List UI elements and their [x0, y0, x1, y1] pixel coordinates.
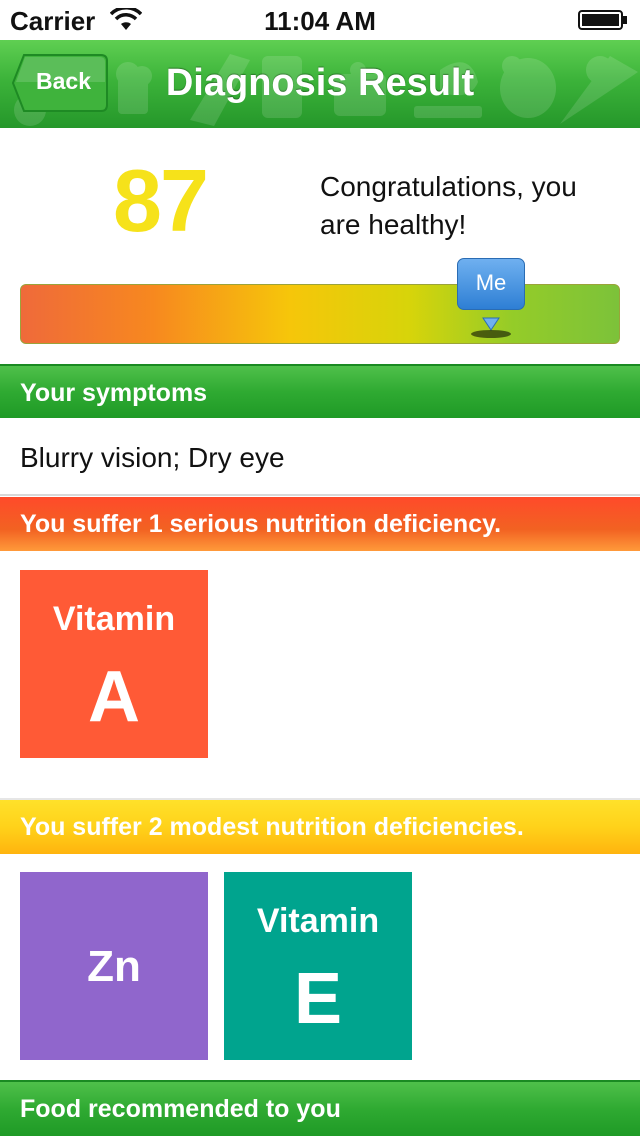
tile-nutrient: Zn: [87, 942, 141, 991]
health-score: 87: [113, 151, 209, 250]
modest-deficiency-header: You suffer 2 modest nutrition deficienci…: [0, 800, 640, 854]
food-recommended-header: Food recommended to you: [0, 1080, 640, 1136]
navigation-bar: Back Diagnosis Result: [0, 40, 640, 128]
me-marker: Me: [457, 258, 525, 338]
tile-label: Vitamin: [256, 902, 380, 940]
battery-icon: [578, 10, 627, 30]
serious-deficiency-header: You suffer 1 serious nutrition deficienc…: [0, 497, 640, 551]
clock: 11:04 AM: [264, 6, 376, 36]
symptoms-header: Your symptoms: [0, 364, 640, 418]
health-gradient-bar: [20, 284, 620, 344]
deficiency-tile-vitamin-e[interactable]: Vitamin E: [224, 872, 412, 1060]
divider: [0, 494, 640, 496]
health-message: Congratulations, you are healthy!: [320, 171, 577, 240]
tile-label: Vitamin: [52, 600, 176, 638]
deficiency-tile-zn[interactable]: Zn: [20, 872, 208, 1060]
tile-nutrient: A: [88, 657, 140, 737]
page-title: Diagnosis Result: [165, 62, 475, 104]
symptoms-text: Blurry vision; Dry eye: [20, 442, 285, 473]
marker-shadow: [471, 330, 511, 338]
deficiency-tile-vitamin-a[interactable]: Vitamin A: [20, 570, 208, 758]
status-bar: Carrier 11:04 AM: [0, 0, 640, 40]
me-marker-label: Me: [475, 270, 507, 295]
tile-nutrient: E: [293, 959, 343, 1039]
